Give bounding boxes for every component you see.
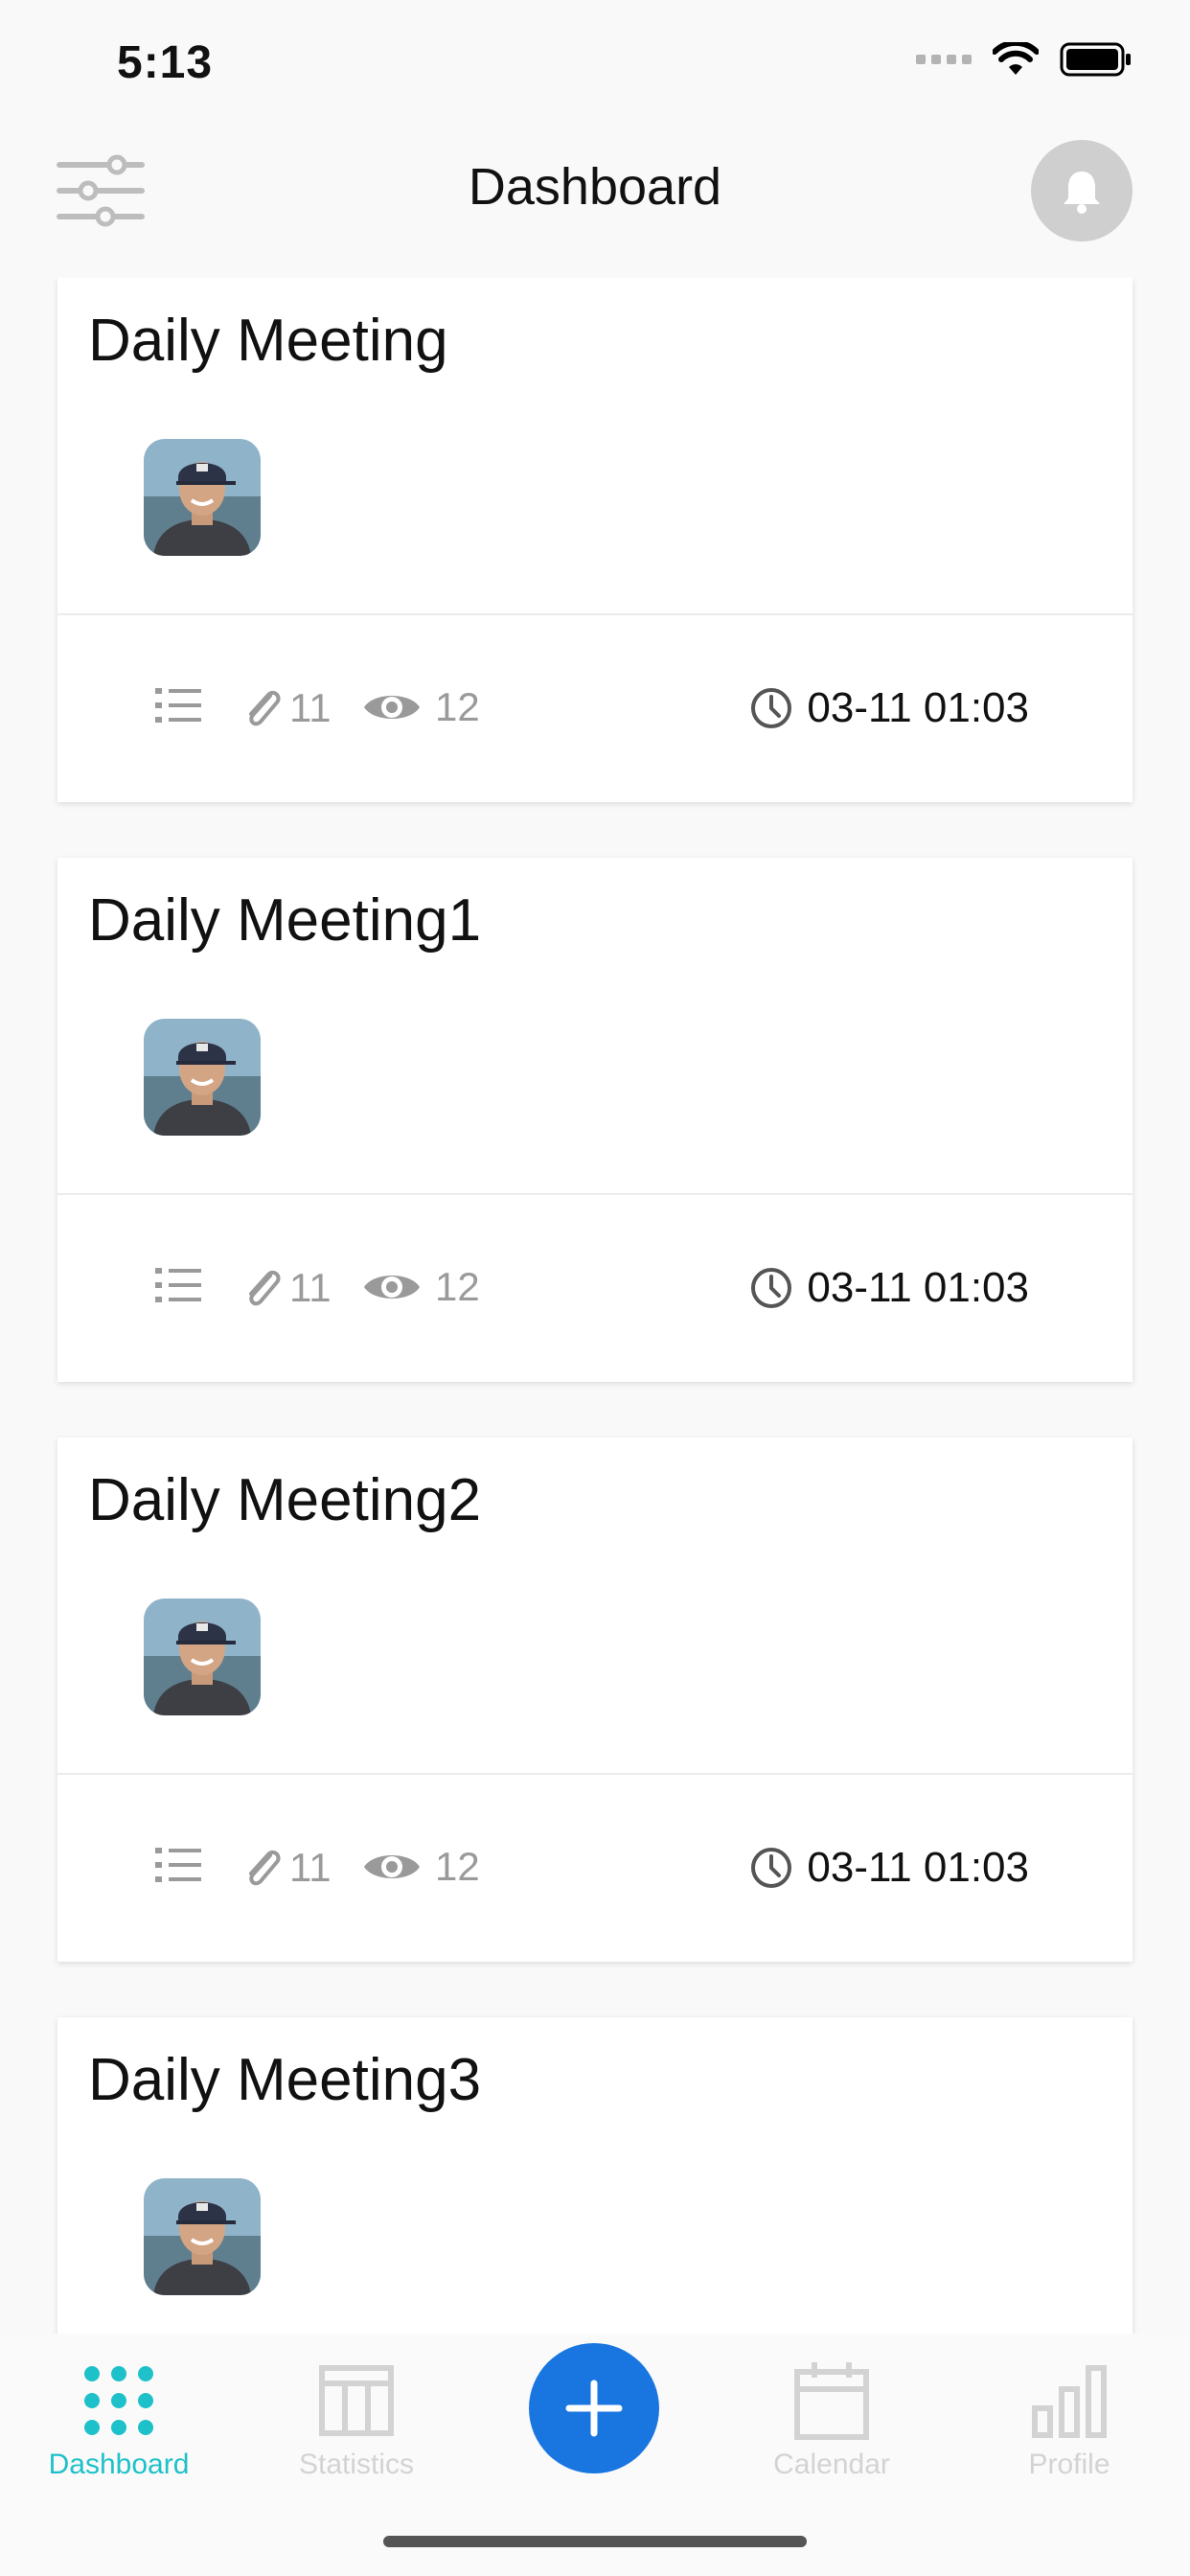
meeting-time-value: 03-11 01:03 [807, 1264, 1029, 1311]
views-count: 12 [362, 1264, 480, 1310]
checklist-indicator [155, 1844, 203, 1886]
meeting-time: 03-11 01:03 [749, 1264, 1029, 1312]
paperclip-icon [249, 1270, 281, 1306]
meeting-time: 03-11 01:03 [749, 684, 1029, 732]
notifications-button[interactable] [1031, 140, 1133, 242]
paperclip-icon [249, 1850, 281, 1886]
meeting-card[interactable]: Daily Meeting3 [57, 2017, 1133, 2334]
meeting-time-value: 03-11 01:03 [807, 684, 1029, 731]
checklist-indicator [155, 684, 203, 726]
paperclip-icon [249, 690, 281, 726]
signal-icon [916, 55, 972, 64]
status-icons [916, 42, 1133, 77]
eye-icon [364, 696, 420, 719]
eye-icon [364, 1276, 420, 1299]
attachments-count: 11 [241, 1264, 332, 1312]
meeting-card[interactable]: Daily Meeting 11 12 03-11 01:03 [57, 278, 1133, 802]
views-count: 12 [362, 684, 480, 730]
attachments-value: 11 [289, 1845, 332, 1890]
meeting-time: 03-11 01:03 [749, 1844, 1029, 1892]
avatar[interactable] [144, 1019, 261, 1136]
views-value: 12 [435, 1264, 480, 1309]
avatar[interactable] [144, 439, 261, 556]
views-value: 12 [435, 1844, 480, 1889]
meeting-title: Daily Meeting [88, 308, 448, 374]
eye-icon [364, 1855, 420, 1878]
attachments-count: 11 [241, 684, 332, 732]
avatar[interactable] [144, 2178, 261, 2295]
meeting-card[interactable]: Daily Meeting2 11 12 03-11 01:03 [57, 1438, 1133, 1962]
bar-chart-icon [1032, 2365, 1107, 2438]
meeting-title: Daily Meeting1 [88, 887, 482, 954]
table-icon [319, 2365, 394, 2436]
page-title: Dashboard [468, 158, 722, 216]
tab-profile[interactable]: Profile [964, 2353, 1175, 2481]
views-count: 12 [362, 1844, 480, 1890]
list-icon [155, 688, 201, 723]
tab-label: Dashboard [48, 2449, 190, 2480]
checklist-indicator [155, 1264, 203, 1306]
meeting-card[interactable]: Daily Meeting1 11 12 03-11 01:03 [57, 858, 1133, 1382]
status-time: 5:13 [117, 37, 214, 88]
status-bar: 5:13 [0, 0, 1190, 125]
bell-icon [1064, 172, 1100, 214]
meeting-time-value: 03-11 01:03 [807, 1844, 1029, 1891]
list-icon [155, 1848, 201, 1882]
views-value: 12 [435, 684, 480, 729]
clock-icon [751, 1848, 792, 1888]
clock-icon [751, 688, 792, 728]
add-button[interactable] [529, 2343, 659, 2473]
tab-dashboard[interactable]: Dashboard [13, 2353, 224, 2481]
battery-icon [1060, 42, 1131, 77]
tab-label: Statistics [298, 2449, 415, 2480]
grid-dots-icon [84, 2366, 153, 2435]
home-indicator [383, 2536, 807, 2547]
list-icon [155, 1268, 201, 1302]
tab-label: Calendar [773, 2449, 890, 2480]
card-list[interactable]: Daily Meeting 11 12 03-11 01:03 Daily Me… [0, 278, 1190, 2334]
attachments-value: 11 [289, 685, 332, 730]
attachments-count: 11 [241, 1844, 332, 1892]
meeting-title: Daily Meeting2 [88, 1467, 482, 1533]
tab-statistics[interactable]: Statistics [251, 2353, 462, 2481]
plus-icon [565, 2380, 623, 2437]
avatar[interactable] [144, 1598, 261, 1715]
clock-icon [751, 1268, 792, 1308]
meeting-title: Daily Meeting3 [88, 2047, 482, 2113]
wifi-icon [993, 42, 1039, 75]
calendar-icon [794, 2362, 869, 2440]
tab-calendar[interactable]: Calendar [726, 2353, 937, 2481]
attachments-value: 11 [289, 1265, 332, 1310]
header: Dashboard [0, 134, 1190, 249]
tab-label: Profile [1028, 2449, 1110, 2480]
